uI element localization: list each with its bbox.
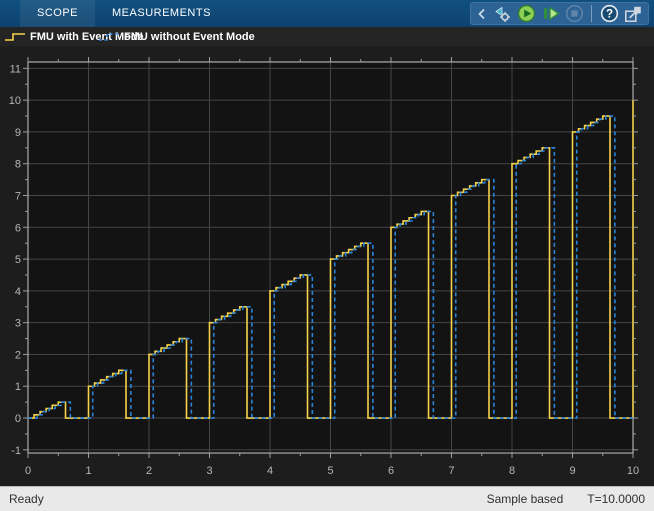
x-tick-label: 1 [85,465,91,477]
status-bar: Ready Sample based T=10.0000 [0,486,654,511]
run-icon [517,4,536,23]
status-ready: Ready [9,492,44,506]
chevron-left-icon [475,5,489,23]
y-tick-label: 6 [15,222,21,234]
status-sample-mode: Sample based [487,492,564,506]
y-tick-label: 5 [15,254,21,266]
quick-access-toolbar: ? [470,2,649,25]
toolstrip: SCOPE MEASUREMENTS [0,0,654,27]
step-forward-button[interactable] [539,4,561,24]
x-tick-label: 2 [146,465,152,477]
y-tick-label: 11 [10,63,21,75]
legend-line-dashed-icon [98,31,120,43]
y-tick-label: 7 [15,191,21,203]
x-tick-label: 4 [267,465,273,477]
x-tick-label: 3 [206,465,212,477]
y-tick-label: 1 [15,381,21,393]
help-icon: ? [600,4,619,23]
toolbar-separator [591,5,592,22]
scope-window: SCOPE MEASUREMENTS [0,0,654,511]
undock-icon [623,4,643,24]
x-tick-label: 10 [627,465,639,477]
collapse-toolbar-button[interactable] [475,4,489,24]
x-tick-label: 8 [509,465,515,477]
x-tick-label: 5 [327,465,333,477]
undock-button[interactable] [622,4,644,24]
stop-button[interactable] [563,4,585,24]
x-tick-label: 6 [388,465,394,477]
y-tick-label: 4 [15,286,21,298]
tab-measurements[interactable]: MEASUREMENTS [95,0,228,27]
y-tick-label: 9 [15,127,21,139]
y-tick-label: 3 [15,318,21,330]
legend: FMU with Event Mode FMU without Event Mo… [0,27,654,46]
y-tick-label: -1 [11,445,21,457]
scope-plot[interactable]: 0 1 2 3 4 5 6 7 8 9 10 -1 0 1 2 3 4 5 6 7 8 9 10 11 [0,46,654,486]
status-sim-time: T=10.0000 [587,492,645,506]
tab-scope[interactable]: SCOPE [20,0,95,27]
x-tick-label: 7 [448,465,454,477]
x-tick-label: 9 [569,465,575,477]
run-button[interactable] [515,4,537,24]
plot-figure: 0 1 2 3 4 5 6 7 8 9 10 -1 0 1 2 3 4 5 6 7 8 9 10 11 [0,46,654,486]
y-tick-label: 2 [15,349,21,361]
x-tick-label: 0 [25,465,31,477]
stop-icon [565,4,584,23]
legend-item-fmu-without-event-mode[interactable]: FMU without Event Mode [98,27,255,46]
step-back-gear-icon [493,5,511,23]
simulation-step-options-button[interactable] [491,4,513,24]
y-tick-label: 0 [15,413,21,425]
svg-text:?: ? [605,8,612,21]
tab-bar: SCOPE MEASUREMENTS [0,0,228,27]
legend-line-solid-icon [4,31,26,43]
y-tick-label: 10 [9,95,21,107]
y-tick-label: 8 [15,159,21,171]
help-button[interactable]: ? [598,4,620,24]
legend-label: FMU without Event Mode [124,31,255,43]
step-forward-icon [541,4,560,23]
